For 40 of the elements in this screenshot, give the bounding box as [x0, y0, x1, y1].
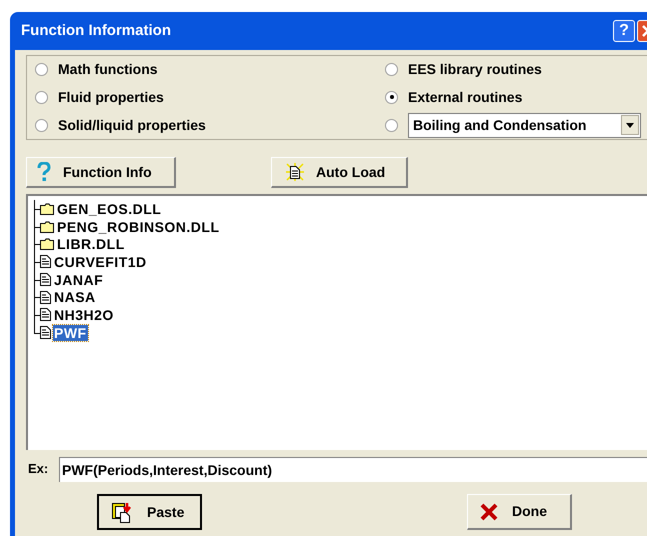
document-icon — [40, 308, 51, 322]
tree-item[interactable]: JANAF — [53, 272, 104, 288]
folder-icon — [40, 238, 54, 250]
done-button[interactable]: Done — [467, 494, 572, 530]
tree-item[interactable]: NH3H2O — [53, 306, 115, 323]
folder-icon — [40, 220, 54, 233]
question-mark-icon — [37, 162, 51, 182]
tree-item[interactable]: PWF — [53, 324, 88, 341]
document-icon — [40, 326, 51, 340]
category-dropdown[interactable]: Boiling and Condensation — [408, 112, 641, 138]
tree-item[interactable]: GEN_EOS.DLL — [56, 200, 162, 217]
radio-button[interactable] — [385, 118, 398, 132]
close-icon — [480, 502, 498, 520]
tree-item[interactable]: NASA — [53, 289, 97, 306]
tree-item[interactable]: LIBR.DLL — [56, 236, 126, 252]
function-info-button[interactable]: Function Info — [26, 157, 176, 188]
radio-button[interactable] — [385, 63, 398, 76]
radio-button[interactable] — [35, 90, 48, 104]
tree-item[interactable]: CURVEFIT1D — [53, 254, 148, 270]
auto-load-button[interactable]: Auto Load — [271, 157, 408, 188]
window-title: Function Information — [21, 20, 172, 41]
paste-button[interactable]: Paste — [97, 494, 202, 530]
example-field[interactable]: PWF(Periods,Interest,Discount) — [59, 456, 647, 482]
document-icon — [40, 273, 51, 286]
radio-button[interactable] — [35, 118, 48, 132]
option-label: External routines — [408, 88, 522, 107]
option-label: EES library routines — [408, 60, 542, 80]
document-icon — [40, 255, 51, 268]
document-icon — [40, 290, 51, 304]
tree-item[interactable]: PENG_ROBINSON.DLL — [56, 218, 221, 235]
example-label: Ex: — [27, 460, 50, 478]
option-label: Fluid properties — [58, 88, 164, 107]
sparkle-document-icon — [286, 163, 304, 181]
folder-icon — [40, 202, 54, 215]
radio-button[interactable] — [385, 90, 398, 104]
help-button[interactable]: ? — [613, 20, 635, 42]
radio-button[interactable] — [35, 63, 48, 76]
option-label: Math functions — [58, 60, 158, 80]
paste-icon — [111, 501, 133, 523]
option-label: Solid/liquid properties — [58, 116, 206, 135]
